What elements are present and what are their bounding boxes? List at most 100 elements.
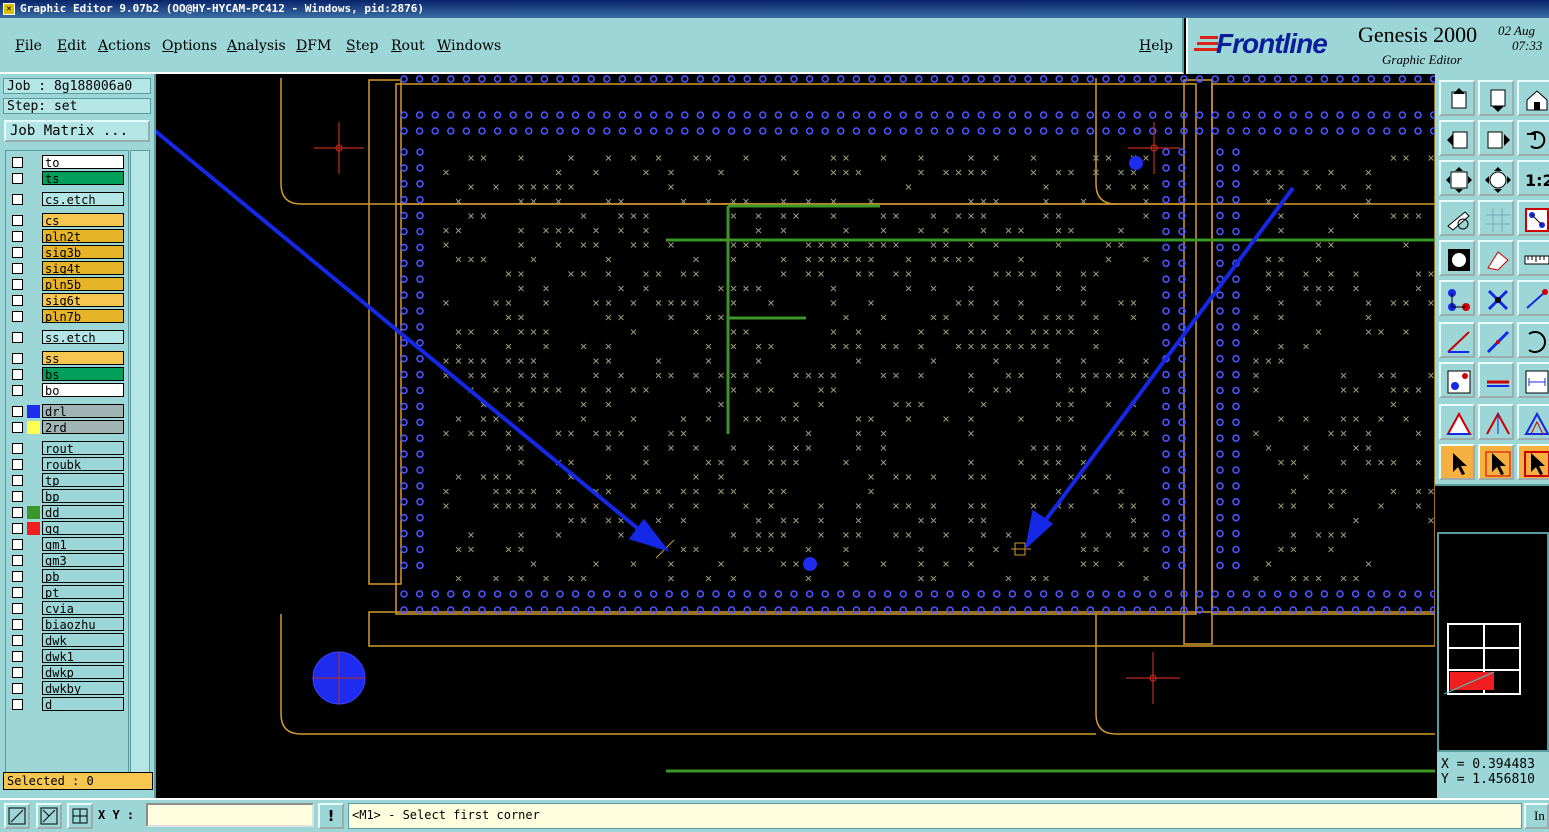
via[interactable] — [1102, 127, 1110, 135]
pad[interactable] — [880, 242, 887, 248]
via[interactable] — [524, 127, 533, 135]
layer-name[interactable]: gg — [42, 521, 124, 535]
pad[interactable] — [793, 213, 799, 219]
layer-row-cs-etch[interactable]: cs.etch — [8, 192, 126, 207]
pad[interactable] — [580, 343, 587, 350]
via[interactable] — [1039, 590, 1048, 598]
pad[interactable] — [930, 314, 937, 321]
pad[interactable] — [1340, 459, 1347, 466]
via[interactable] — [416, 148, 424, 156]
pad[interactable] — [1105, 532, 1112, 538]
pad[interactable] — [818, 532, 824, 538]
pad[interactable] — [855, 445, 862, 451]
pad[interactable] — [705, 155, 712, 161]
pad[interactable] — [1390, 213, 1397, 219]
pad[interactable] — [1118, 503, 1124, 509]
pad[interactable] — [1340, 372, 1347, 379]
pad[interactable] — [855, 329, 862, 335]
pad[interactable] — [593, 169, 599, 176]
pad[interactable] — [1143, 184, 1149, 190]
pad[interactable] — [1130, 532, 1137, 538]
pad[interactable] — [1253, 372, 1259, 379]
via[interactable] — [1148, 590, 1157, 598]
pad[interactable] — [1055, 271, 1062, 277]
layer-row-sig6t[interactable]: sig6t — [8, 293, 126, 308]
pad[interactable] — [493, 474, 499, 480]
via[interactable] — [1024, 75, 1032, 83]
pad[interactable] — [668, 445, 674, 451]
via[interactable] — [836, 127, 845, 135]
pad[interactable] — [1030, 445, 1037, 451]
via[interactable] — [1216, 164, 1224, 172]
via[interactable] — [1162, 148, 1170, 156]
pad[interactable] — [1303, 343, 1309, 350]
via[interactable] — [1383, 127, 1391, 135]
pad[interactable] — [955, 169, 962, 176]
via[interactable] — [727, 75, 736, 83]
layer-checkbox[interactable] — [12, 369, 23, 380]
pad[interactable] — [780, 256, 787, 263]
pad[interactable] — [1093, 314, 1099, 321]
pad[interactable] — [1315, 532, 1322, 538]
pad[interactable] — [580, 575, 587, 582]
pad[interactable] — [693, 445, 699, 451]
via[interactable] — [587, 111, 596, 119]
via[interactable] — [1133, 127, 1142, 135]
pad[interactable] — [593, 300, 599, 306]
pad[interactable] — [1290, 488, 1297, 495]
via[interactable] — [680, 75, 689, 83]
pad[interactable] — [443, 488, 449, 495]
via[interactable] — [899, 590, 908, 598]
pad[interactable] — [1093, 488, 1099, 495]
via[interactable] — [1086, 127, 1095, 135]
via[interactable] — [1162, 227, 1170, 236]
pad[interactable] — [1130, 314, 1137, 321]
pad[interactable] — [968, 546, 974, 553]
via[interactable] — [1232, 195, 1240, 204]
layer-checkbox[interactable] — [12, 587, 23, 598]
pad[interactable] — [668, 300, 674, 306]
pad[interactable] — [980, 227, 987, 234]
pad[interactable] — [805, 445, 812, 451]
layer-row-pt[interactable]: pt — [8, 585, 126, 600]
via[interactable] — [1216, 148, 1224, 156]
via[interactable] — [1336, 75, 1344, 83]
via[interactable] — [1232, 513, 1240, 522]
via[interactable] — [416, 561, 424, 570]
via[interactable] — [1195, 590, 1204, 598]
pad[interactable] — [918, 517, 924, 524]
via[interactable] — [416, 259, 424, 268]
pad[interactable] — [505, 358, 512, 364]
via[interactable] — [540, 127, 549, 135]
via[interactable] — [415, 111, 424, 119]
pad[interactable] — [993, 358, 999, 364]
via[interactable] — [1117, 590, 1126, 598]
pad[interactable] — [893, 242, 899, 248]
layer-row-dwkp[interactable]: dwkp — [8, 665, 126, 680]
pad[interactable] — [1005, 343, 1012, 350]
pad[interactable] — [518, 372, 524, 379]
via[interactable] — [1305, 127, 1313, 135]
pad[interactable] — [1428, 271, 1434, 277]
pad[interactable] — [1403, 155, 1409, 161]
via[interactable] — [1162, 513, 1170, 522]
via[interactable] — [1242, 111, 1251, 119]
pad[interactable] — [1118, 242, 1124, 248]
via[interactable] — [665, 590, 674, 598]
pad[interactable] — [818, 401, 824, 408]
pad[interactable] — [480, 155, 487, 161]
via[interactable] — [634, 111, 642, 119]
pad[interactable] — [1043, 343, 1049, 350]
pad[interactable] — [730, 488, 737, 495]
pad[interactable] — [930, 474, 937, 480]
pad[interactable] — [830, 155, 837, 161]
via[interactable] — [1232, 529, 1240, 538]
pad[interactable] — [1340, 532, 1347, 538]
via[interactable] — [868, 75, 876, 83]
via[interactable] — [1162, 275, 1170, 283]
pad[interactable] — [768, 445, 774, 451]
pad[interactable] — [655, 271, 662, 277]
pad[interactable] — [1043, 314, 1049, 321]
pad[interactable] — [1068, 401, 1074, 408]
layer-checkbox[interactable] — [12, 247, 23, 258]
